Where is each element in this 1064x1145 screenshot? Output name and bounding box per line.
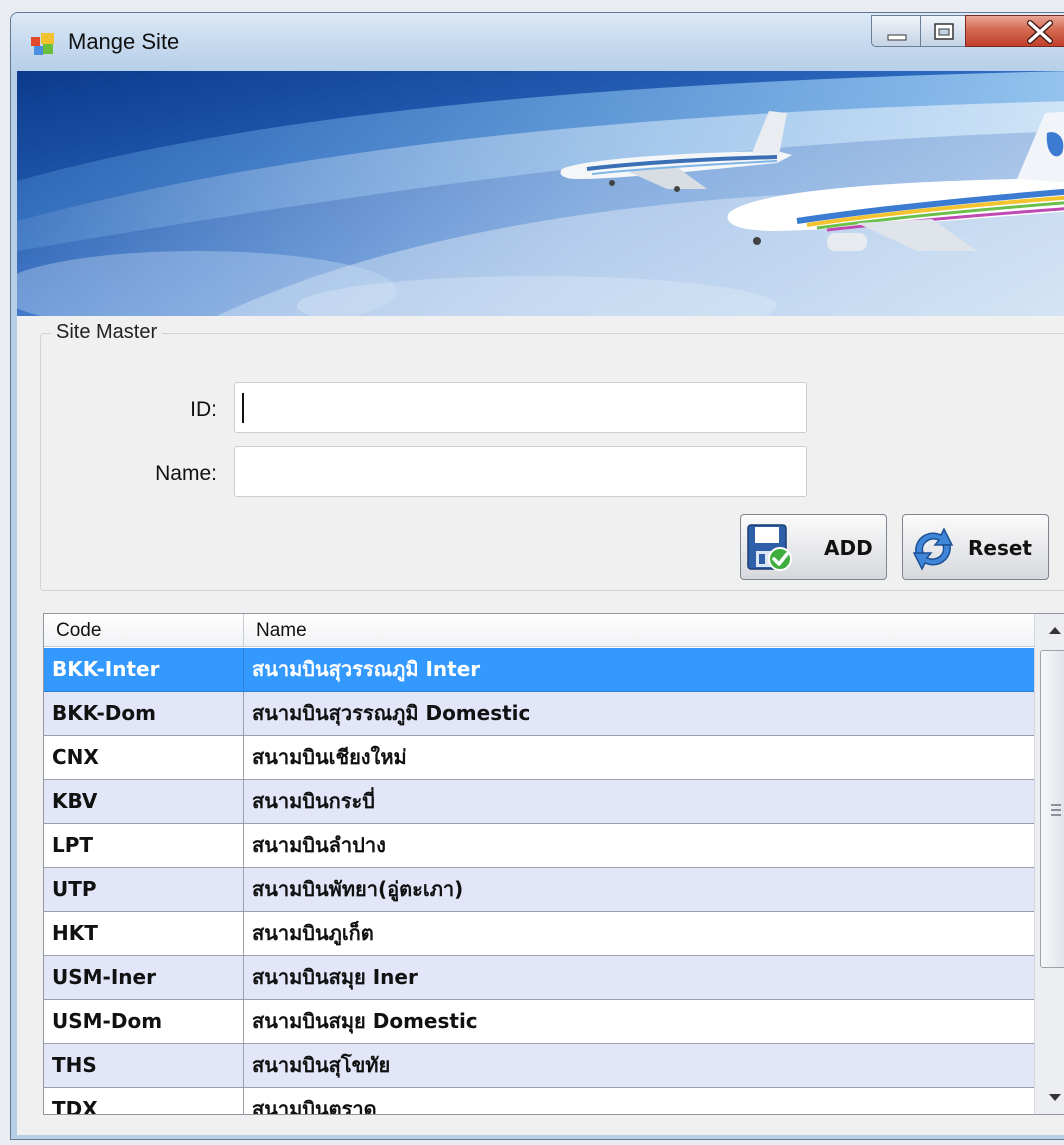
table-row[interactable]: CNX สนามบินเชียงใหม่ (44, 736, 1034, 780)
maximize-button[interactable] (920, 15, 966, 47)
minimize-icon (887, 34, 907, 41)
grip-icon (1051, 804, 1061, 816)
name-cell: สนามบินพัทยา(อู่ตะเภา) (252, 877, 464, 901)
code-cell: CNX (44, 736, 244, 779)
code-cell: BKK-Dom (44, 692, 244, 735)
table-row[interactable]: HKT สนามบินภูเก็ต (44, 912, 1034, 956)
name-input[interactable] (234, 446, 807, 497)
reset-button[interactable]: Reset (902, 514, 1049, 580)
title-bar[interactable]: Mange Site (11, 13, 1064, 71)
app-window-icon (31, 33, 54, 55)
close-icon (1027, 20, 1053, 44)
text-caret (242, 393, 244, 423)
minimize-button[interactable] (871, 15, 921, 47)
table-row[interactable]: KBV สนามบินกระบี่ (44, 780, 1034, 824)
code-cell: HKT (44, 912, 244, 955)
vertical-scrollbar[interactable] (1034, 614, 1064, 1114)
refresh-icon (912, 527, 954, 571)
manage-site-window: Mange Site Site Master ID: Name: ADD Res… (10, 12, 1064, 1140)
code-cell: KBV (44, 780, 244, 823)
save-disk-icon (747, 524, 792, 571)
name-cell: สนามบินสุโขทัย (252, 1053, 391, 1077)
reset-button-label: Reset (968, 536, 1032, 560)
table-row[interactable]: THS สนามบินสุโขทัย (44, 1044, 1034, 1088)
name-cell: สนามบินสมุย Iner (252, 965, 418, 989)
name-cell: สนามบินสุวรรณภูมิ Inter (252, 657, 481, 681)
table-row[interactable]: BKK-Dom สนามบินสุวรรณภูมิ Domestic (44, 692, 1034, 736)
name-label: Name: (155, 462, 217, 485)
code-cell: USM-Iner (44, 956, 244, 999)
table-row[interactable]: USM-Dom สนามบินสมุย Domestic (44, 1000, 1034, 1044)
code-cell: TDX (44, 1088, 244, 1114)
table-row[interactable]: BKK-Inter สนามบินสุวรรณภูมิ Inter (44, 648, 1034, 692)
close-button[interactable] (965, 15, 1064, 47)
column-header-code[interactable]: Code (44, 614, 244, 647)
grid-rows: BKK-Inter สนามบินสุวรรณภูมิ Inter BKK-Do… (44, 648, 1034, 1115)
airline-banner-image (17, 71, 1064, 316)
column-header-name[interactable]: Name (244, 614, 1034, 647)
code-cell: USM-Dom (44, 1000, 244, 1043)
id-label: ID: (190, 398, 217, 421)
name-cell: สนามบินตราด (252, 1097, 377, 1115)
maximize-icon (934, 23, 954, 40)
site-data-grid[interactable]: Code Name BKK-Inter สนามบินสุวรรณภูมิ In… (43, 613, 1064, 1115)
name-cell: สนามบินลำปาง (252, 833, 386, 857)
table-row[interactable]: TDX สนามบินตราด (44, 1088, 1034, 1115)
code-cell: BKK-Inter (44, 648, 244, 691)
scroll-up-arrow-icon[interactable] (1035, 614, 1064, 648)
code-cell: UTP (44, 868, 244, 911)
grid-header: Code Name (44, 614, 1034, 647)
name-cell: สนามบินกระบี่ (252, 789, 375, 813)
name-cell: สนามบินสมุย Domestic (252, 1009, 478, 1033)
scrollbar-thumb[interactable] (1040, 650, 1064, 968)
scroll-down-arrow-icon[interactable] (1035, 1080, 1064, 1114)
add-button[interactable]: ADD (740, 514, 887, 580)
table-row[interactable]: USM-Iner สนามบินสมุย Iner (44, 956, 1034, 1000)
name-cell: สนามบินภูเก็ต (252, 921, 374, 945)
site-master-title: Site Master (51, 321, 163, 344)
table-row[interactable]: LPT สนามบินลำปาง (44, 824, 1034, 868)
id-input[interactable] (234, 382, 807, 433)
window-title: Mange Site (68, 29, 180, 54)
window-client-area: Site Master ID: Name: ADD Reset Code Nam… (17, 71, 1064, 1135)
code-cell: THS (44, 1044, 244, 1087)
add-button-label: ADD (824, 536, 873, 560)
code-cell: LPT (44, 824, 244, 867)
name-cell: สนามบินสุวรรณภูมิ Domestic (252, 701, 531, 725)
table-row[interactable]: UTP สนามบินพัทยา(อู่ตะเภา) (44, 868, 1034, 912)
name-cell: สนามบินเชียงใหม่ (252, 745, 407, 769)
